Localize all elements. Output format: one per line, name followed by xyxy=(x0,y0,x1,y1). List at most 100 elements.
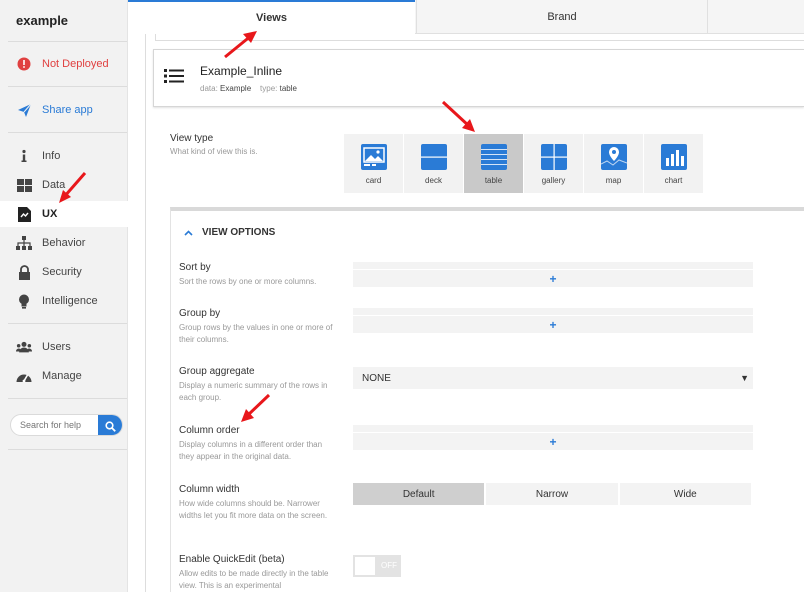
column-width-selector: Default Narrow Wide xyxy=(353,483,751,505)
deploy-status-label: Not Deployed xyxy=(42,58,109,70)
share-app-label: Share app xyxy=(42,104,93,116)
sidebar-item-label: Behavior xyxy=(42,237,86,249)
view-card[interactable]: Example_Inline data: Example type: table xyxy=(153,49,804,107)
top-tabs: Views Brand xyxy=(128,0,804,34)
sidebar-item-label: Manage xyxy=(42,370,82,382)
quickedit-state: OFF xyxy=(381,561,397,570)
view-type-chart[interactable]: chart xyxy=(644,134,703,193)
view-type-label: map xyxy=(605,176,622,185)
list-icon xyxy=(164,68,184,89)
divider xyxy=(8,449,127,450)
view-type-label: table xyxy=(484,176,503,185)
column-width-default[interactable]: Default xyxy=(353,483,485,505)
sidebar-item-label: Security xyxy=(42,266,82,278)
view-type-label: card xyxy=(365,176,382,185)
divider xyxy=(8,41,127,42)
quickedit-toggle[interactable]: OFF xyxy=(353,555,401,577)
info-icon xyxy=(16,148,32,164)
sidebar-item-ux[interactable]: UX xyxy=(0,201,128,227)
view-type-deck[interactable]: deck xyxy=(404,134,463,193)
column-width-desc: How wide columns should be. Narrower wid… xyxy=(179,499,328,520)
group-aggregate-value: NONE xyxy=(362,372,391,384)
divider xyxy=(8,323,127,324)
sidebar-item-label: Users xyxy=(42,341,71,353)
view-type-label: gallery xyxy=(541,176,566,185)
gauge-icon xyxy=(16,368,32,384)
group-aggregate-desc: Display a numeric summary of the rows in… xyxy=(179,381,328,402)
dropdown-caret-icon: ▼ xyxy=(740,373,749,383)
sidebar-item-label: Data xyxy=(42,179,66,191)
search-button[interactable] xyxy=(98,415,122,435)
view-type-selector: card deck table gallery map chart xyxy=(344,134,704,193)
view-meta: data: Example type: table xyxy=(200,84,297,93)
divider xyxy=(8,132,127,133)
view-type-gallery[interactable]: gallery xyxy=(524,134,583,193)
view-name: Example_Inline xyxy=(200,64,283,78)
column-order-field: + xyxy=(353,425,753,450)
sidebar-item-security[interactable]: Security xyxy=(0,259,128,285)
sidebar-item-manage[interactable]: Manage xyxy=(0,363,128,389)
sidebar-item-label: Intelligence xyxy=(42,295,98,307)
help-search xyxy=(10,414,123,436)
sort-by-add-button[interactable]: + xyxy=(353,270,753,287)
search-input[interactable] xyxy=(11,415,99,435)
sidebar-item-behavior[interactable]: Behavior xyxy=(0,230,128,256)
view-type-table[interactable]: table xyxy=(464,134,523,193)
view-type-card[interactable]: card xyxy=(344,134,403,193)
table-icon xyxy=(480,144,507,170)
sidebar: example Not Deployed Share app Info Data… xyxy=(0,0,128,592)
column-width-label: Column width xyxy=(179,484,240,495)
chevron-up-icon xyxy=(184,229,193,236)
deploy-status[interactable]: Not Deployed xyxy=(0,51,128,77)
lock-icon xyxy=(16,264,32,280)
view-options-title: VIEW OPTIONS xyxy=(202,227,276,238)
group-aggregate-label: Group aggregate xyxy=(179,366,255,377)
sort-by-label: Sort by xyxy=(179,262,211,273)
deck-icon xyxy=(420,144,447,170)
group-by-desc: Group rows by the values in one or more … xyxy=(179,323,333,344)
sidebar-item-label: Info xyxy=(42,150,61,162)
group-by-label: Group by xyxy=(179,308,221,319)
sidebar-item-label: UX xyxy=(42,208,58,220)
bulb-icon xyxy=(16,293,32,309)
column-width-wide[interactable]: Wide xyxy=(619,483,751,505)
card-icon xyxy=(360,144,387,170)
view-data-source: Example xyxy=(220,84,252,93)
app-name: example xyxy=(16,13,69,28)
sidebar-item-data[interactable]: Data xyxy=(0,172,128,198)
sidebar-item-intelligence[interactable]: Intelligence xyxy=(0,288,128,314)
users-icon xyxy=(16,339,32,355)
view-type-value: table xyxy=(279,84,297,93)
view-type-label: chart xyxy=(664,176,683,185)
view-type-description: What kind of view this is. xyxy=(170,147,258,156)
chart-icon xyxy=(660,144,687,170)
column-order-desc: Display columns in a different order tha… xyxy=(179,440,323,461)
gallery-icon xyxy=(540,144,567,170)
column-width-narrow[interactable]: Narrow xyxy=(486,483,618,505)
search-icon xyxy=(104,420,116,432)
group-aggregate-select[interactable]: NONE ▼ xyxy=(353,367,753,389)
group-by-add-button[interactable]: + xyxy=(353,316,753,333)
view-options-header[interactable]: VIEW OPTIONS xyxy=(184,227,275,238)
share-app-link[interactable]: Share app xyxy=(0,97,128,123)
quickedit-desc: Allow edits to be made directly in the t… xyxy=(179,569,329,590)
sort-by-field: + xyxy=(353,262,753,287)
map-icon xyxy=(600,144,627,170)
send-icon xyxy=(16,102,32,118)
divider xyxy=(8,398,127,399)
view-type-label: View type xyxy=(170,133,214,144)
grid-icon xyxy=(16,177,32,193)
divider xyxy=(8,86,127,87)
alert-icon xyxy=(16,56,32,72)
tab-views[interactable]: Views xyxy=(128,0,415,34)
sort-by-desc: Sort the rows by one or more columns. xyxy=(179,277,317,286)
sidebar-item-info[interactable]: Info xyxy=(0,143,128,169)
column-order-add-button[interactable]: + xyxy=(353,433,753,450)
tab-brand[interactable]: Brand xyxy=(416,0,707,34)
view-type-label: deck xyxy=(425,176,442,185)
previous-view-card xyxy=(155,34,804,41)
tab-more[interactable] xyxy=(707,0,804,34)
sidebar-item-users[interactable]: Users xyxy=(0,334,128,360)
ux-icon xyxy=(16,206,32,222)
view-type-map[interactable]: map xyxy=(584,134,643,193)
